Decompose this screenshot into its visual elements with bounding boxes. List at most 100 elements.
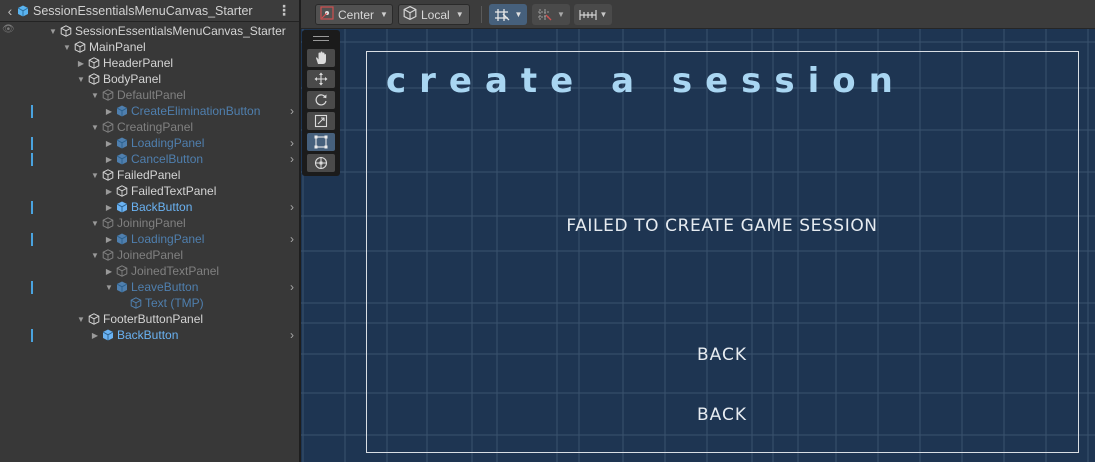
failed-message-text[interactable]: FAILED TO CREATE GAME SESSION bbox=[301, 216, 1095, 236]
ruler-toggle[interactable]: ▼ bbox=[574, 4, 612, 25]
visibility-eye-icon[interactable]: 👁 bbox=[2, 24, 15, 35]
expand-arrow-right-icon[interactable]: ▶ bbox=[103, 107, 115, 116]
hierarchy-item-label: LoadingPanel bbox=[131, 232, 205, 246]
expand-arrow-down-icon[interactable]: ▼ bbox=[75, 75, 87, 84]
hierarchy-item-label: CreatingPanel bbox=[117, 120, 194, 134]
scene-view[interactable]: create a session FAILED TO CREATE GAME S… bbox=[301, 29, 1095, 462]
expand-arrow-right-icon[interactable]: ▶ bbox=[103, 187, 115, 196]
override-indicator bbox=[31, 281, 33, 294]
rotate-icon bbox=[314, 93, 328, 107]
expand-arrow-down-icon[interactable]: ▼ bbox=[61, 43, 73, 52]
hierarchy-item[interactable]: ▼ CreatingPanel bbox=[0, 119, 299, 135]
expand-arrow-right-icon[interactable]: ▶ bbox=[103, 139, 115, 148]
hierarchy-item[interactable]: ▼ LeaveButton › bbox=[0, 279, 299, 295]
hierarchy-item[interactable]: ▶ LoadingPanel › bbox=[0, 135, 299, 151]
hierarchy-item[interactable]: ▼ DefaultPanel bbox=[0, 87, 299, 103]
chevron-right-icon[interactable]: › bbox=[290, 200, 294, 214]
rect-transform-icon bbox=[314, 135, 328, 149]
chevron-right-icon[interactable]: › bbox=[290, 136, 294, 150]
hierarchy-item[interactable]: ▼ FooterButtonPanel bbox=[0, 311, 299, 327]
gameobject-icon bbox=[102, 121, 114, 133]
prefab-icon bbox=[17, 5, 29, 17]
increment-snap-icon bbox=[537, 8, 553, 22]
expand-arrow-right-icon[interactable]: ▶ bbox=[103, 203, 115, 212]
pivot-space-dropdown[interactable]: Local ▼ bbox=[398, 4, 470, 25]
hierarchy-item[interactable]: ▼ MainPanel bbox=[0, 39, 299, 55]
hierarchy-item-label: FooterButtonPanel bbox=[103, 312, 204, 326]
hierarchy-item[interactable]: ▼ JoiningPanel bbox=[0, 215, 299, 231]
drag-handle-icon[interactable] bbox=[313, 36, 329, 41]
expand-arrow-right-icon[interactable]: ▶ bbox=[103, 267, 115, 276]
expand-arrow-right-icon[interactable]: ▶ bbox=[89, 331, 101, 340]
hierarchy-item-label: JoinedTextPanel bbox=[131, 264, 220, 278]
hierarchy-item[interactable]: Text (TMP) bbox=[0, 295, 299, 311]
override-indicator bbox=[31, 201, 33, 214]
hierarchy-item[interactable]: ▶ BackButton › bbox=[0, 199, 299, 215]
grid-snap-toggle[interactable]: ▼ bbox=[489, 4, 527, 25]
hierarchy-item[interactable]: ▶ CreateEliminationButton › bbox=[0, 103, 299, 119]
expand-arrow-down-icon[interactable]: ▼ bbox=[47, 27, 59, 36]
hierarchy-item[interactable]: ▶ BackButton › bbox=[0, 327, 299, 343]
pivot-center-icon bbox=[320, 6, 334, 23]
chevron-right-icon[interactable]: › bbox=[290, 152, 294, 166]
hierarchy-item-label: BackButton bbox=[117, 328, 179, 342]
back-button-1[interactable]: BACK bbox=[301, 345, 1095, 365]
hierarchy-item-label: Text (TMP) bbox=[145, 296, 204, 310]
hierarchy-item[interactable]: ▶ HeaderPanel bbox=[0, 55, 299, 71]
expand-arrow-right-icon[interactable]: ▶ bbox=[103, 235, 115, 244]
kebab-menu-icon[interactable]: ⋮ bbox=[277, 3, 291, 17]
rect-tool[interactable] bbox=[307, 133, 335, 151]
expand-arrow-down-icon[interactable]: ▼ bbox=[89, 91, 101, 100]
expand-arrow-down-icon[interactable]: ▼ bbox=[89, 123, 101, 132]
override-indicator bbox=[31, 233, 33, 246]
chevron-left-icon[interactable]: ‹ bbox=[3, 4, 17, 18]
gameobject-icon bbox=[102, 169, 114, 181]
prefab-icon bbox=[116, 281, 128, 293]
expand-arrow-right-icon[interactable]: ▶ bbox=[103, 155, 115, 164]
gameobject-icon bbox=[88, 313, 100, 325]
hierarchy-item[interactable]: ▼ FailedPanel bbox=[0, 167, 299, 183]
pivot-space-label: Local bbox=[421, 7, 450, 22]
pivot-mode-dropdown[interactable]: Center ▼ bbox=[315, 4, 393, 25]
hierarchy-item[interactable]: ▶ FailedTextPanel bbox=[0, 183, 299, 199]
gameobject-icon bbox=[60, 25, 72, 37]
scale-tool[interactable] bbox=[307, 112, 335, 130]
expand-arrow-down-icon[interactable]: ▼ bbox=[89, 171, 101, 180]
transform-icon bbox=[314, 156, 328, 170]
expand-arrow-down-icon[interactable]: ▼ bbox=[75, 315, 87, 324]
hierarchy-item[interactable]: ▼ BodyPanel bbox=[0, 71, 299, 87]
hierarchy-item-label: BodyPanel bbox=[103, 72, 162, 86]
toolbar-separator bbox=[481, 6, 482, 23]
hierarchy-item[interactable]: ▶ CancelButton › bbox=[0, 151, 299, 167]
gameobject-icon bbox=[88, 57, 100, 69]
scene-title-text[interactable]: create a session bbox=[386, 61, 906, 101]
move-tool[interactable] bbox=[307, 70, 335, 88]
expand-arrow-right-icon[interactable]: ▶ bbox=[75, 59, 87, 68]
chevron-right-icon[interactable]: › bbox=[290, 328, 294, 342]
scene-tools-overlay bbox=[302, 30, 340, 176]
increment-snap-toggle[interactable]: ▼ bbox=[532, 4, 570, 25]
pivot-mode-label: Center bbox=[338, 7, 375, 22]
hand-icon bbox=[314, 51, 328, 65]
chevron-down-icon: ▼ bbox=[380, 10, 388, 19]
expand-arrow-down-icon[interactable]: ▼ bbox=[89, 251, 101, 260]
override-indicator bbox=[31, 105, 33, 118]
hierarchy-item[interactable]: ▼ JoinedPanel bbox=[0, 247, 299, 263]
prefab-title: SessionEssentialsMenuCanvas_Starter bbox=[33, 3, 253, 18]
hierarchy-item-label: JoiningPanel bbox=[117, 216, 186, 230]
hand-tool[interactable] bbox=[307, 49, 335, 67]
expand-arrow-down-icon[interactable]: ▼ bbox=[89, 219, 101, 228]
hierarchy-item[interactable]: 👁 ▼ SessionEssentialsMenuCanvas_Starter bbox=[0, 23, 299, 39]
hierarchy-item[interactable]: ▶ LoadingPanel › bbox=[0, 231, 299, 247]
back-button-2[interactable]: BACK bbox=[301, 405, 1095, 425]
chevron-right-icon[interactable]: › bbox=[290, 104, 294, 118]
transform-tool[interactable] bbox=[307, 154, 335, 172]
prefab-icon bbox=[116, 105, 128, 117]
override-indicator bbox=[31, 329, 33, 342]
gameobject-icon bbox=[102, 249, 114, 261]
chevron-right-icon[interactable]: › bbox=[290, 280, 294, 294]
rotate-tool[interactable] bbox=[307, 91, 335, 109]
chevron-right-icon[interactable]: › bbox=[290, 232, 294, 246]
expand-arrow-down-icon[interactable]: ▼ bbox=[103, 283, 115, 292]
hierarchy-item[interactable]: ▶ JoinedTextPanel bbox=[0, 263, 299, 279]
